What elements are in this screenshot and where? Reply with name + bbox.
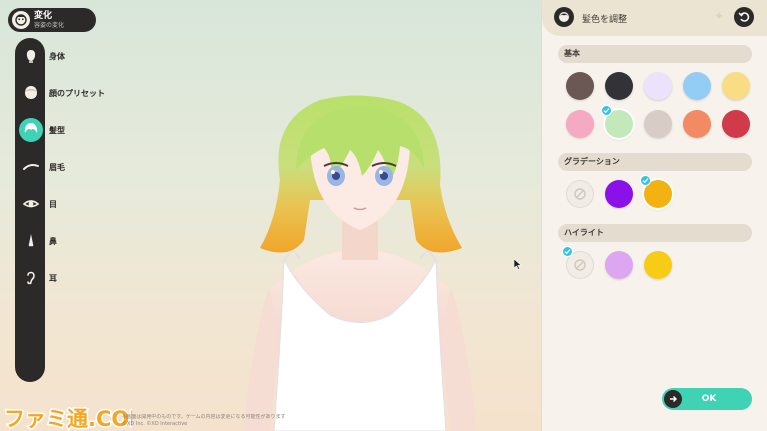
ok-label: OK <box>701 394 717 404</box>
menu-label-body: 身体 <box>49 51 65 61</box>
gradation-swatch-none[interactable] <box>566 180 594 208</box>
menu-item-eyebrow[interactable]: 眉毛 <box>19 154 65 180</box>
basic-swatch[interactable] <box>566 110 594 138</box>
basic-swatch[interactable] <box>644 110 672 138</box>
face-preset-icon <box>19 81 43 105</box>
menu-label-eye: 目 <box>49 199 57 209</box>
mode-subtitle: 容姿の変化 <box>34 21 65 29</box>
basic-swatch[interactable] <box>683 72 711 100</box>
basic-swatch[interactable] <box>601 105 633 138</box>
mouse-cursor-icon <box>513 255 522 274</box>
basic-swatch[interactable] <box>644 72 672 100</box>
basic-swatch[interactable] <box>566 72 594 100</box>
menu-item-nose[interactable]: 鼻 <box>19 228 57 254</box>
eyebrow-icon <box>19 155 43 179</box>
ok-button[interactable]: OK <box>662 388 752 410</box>
nose-icon <box>19 229 43 253</box>
fineprint-line-2: ©XD Inc. ©XD Interactive <box>122 421 188 427</box>
menu-item-hairstyle[interactable]: 髪型 <box>19 117 65 143</box>
menu-label-nose: 鼻 <box>49 236 57 246</box>
undo-icon <box>738 12 750 22</box>
menu-label-hairstyle: 髪型 <box>49 125 65 135</box>
sparkle-icon: ✦ <box>713 9 724 23</box>
section-highlight-header: ハイライト <box>558 224 752 242</box>
basic-swatch[interactable] <box>722 110 750 138</box>
basic-swatch[interactable] <box>683 110 711 138</box>
panel-title: 髪色を調整 <box>582 15 628 25</box>
character-face-icon <box>12 11 30 29</box>
menu-item-ear[interactable]: 耳 <box>19 265 57 291</box>
highlight-swatch[interactable] <box>644 251 672 279</box>
section-basic-header: 基本 <box>558 45 752 63</box>
menu-item-body[interactable]: 身体 <box>19 43 65 69</box>
selected-check-icon <box>562 246 573 257</box>
head-icon <box>19 44 43 68</box>
back-button[interactable] <box>734 7 754 27</box>
mode-title: 変化 <box>34 10 53 21</box>
highlight-swatch-none[interactable] <box>562 246 594 279</box>
character-preview[interactable] <box>240 90 480 431</box>
gradation-swatch[interactable] <box>605 180 633 208</box>
eye-icon <box>19 192 43 216</box>
panel-header: 髪色を調整 ✦ <box>542 0 767 36</box>
mode-header: 変化 容姿の変化 <box>8 8 96 32</box>
hair-color-panel: 髪色を調整 ✦ 基本 グラデーション ハイライト <box>541 0 767 431</box>
menu-item-face-preset[interactable]: 顔のプリセット <box>19 80 105 106</box>
famitsu-logo: ファミ通.COM <box>2 404 152 431</box>
menu-label-face-preset: 顔のプリセット <box>49 88 105 98</box>
ear-icon <box>19 266 43 290</box>
hairstyle-icon <box>19 118 43 142</box>
highlight-swatch[interactable] <box>605 251 633 279</box>
confirm-icon <box>664 390 682 408</box>
basic-swatch[interactable] <box>605 72 633 100</box>
selected-check-icon <box>601 105 612 116</box>
fineprint-line-1: ※画面は開発中のものです。ゲームの内容は変更になる可能性があります <box>122 414 286 420</box>
gradation-swatch[interactable] <box>640 175 672 208</box>
hair-color-icon <box>554 7 574 27</box>
menu-item-eye[interactable]: 目 <box>19 191 57 217</box>
menu-label-eyebrow: 眉毛 <box>49 162 65 172</box>
copyright-fineprint: ※画面は開発中のものです。ゲームの内容は変更になる可能性があります ©XD In… <box>122 414 332 428</box>
menu-label-ear: 耳 <box>49 273 57 283</box>
svg-text:ファミ通.COM: ファミ通.COM <box>4 407 132 431</box>
basic-swatch[interactable] <box>722 72 750 100</box>
section-gradation-header: グラデーション <box>558 153 752 171</box>
no-color-icon <box>574 188 586 200</box>
no-color-icon <box>574 259 586 271</box>
selected-check-icon <box>640 175 651 186</box>
